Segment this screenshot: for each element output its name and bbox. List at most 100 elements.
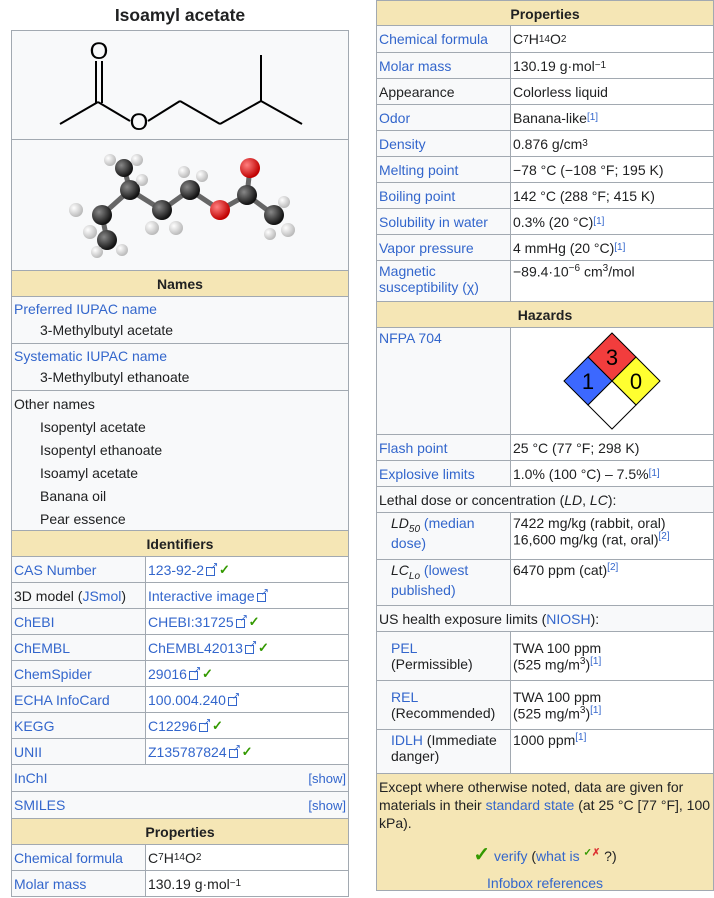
kegg-value-link[interactable]: C12296: [148, 718, 197, 734]
reference-link[interactable]: [1]: [590, 656, 601, 667]
ball-and-stick-svg: [69, 154, 295, 258]
preferred-iupac-value: 3-Methylbutyl acetate: [40, 322, 174, 338]
us-exposure-label-close: ):: [590, 610, 600, 627]
chemical-formula-label[interactable]: Chemical formula: [379, 31, 488, 47]
skeletal-formula-image[interactable]: O O: [11, 30, 349, 140]
verified-check-icon: ✓: [219, 561, 230, 577]
reference-link[interactable]: [2]: [607, 562, 618, 573]
odor-row: Odor Banana-like [1]: [376, 105, 714, 131]
interactive-image-link[interactable]: Interactive image: [148, 588, 255, 604]
solubility-row: Solubility in water 0.3% (20 °C) [1]: [376, 209, 714, 235]
cas-row: CAS Number 123-92-2 ✓: [11, 557, 349, 583]
echa-label[interactable]: ECHA InfoCard: [14, 692, 110, 708]
standard-state-note: Except where otherwise noted, data are g…: [379, 778, 711, 832]
cas-value-link[interactable]: 123-92-2: [148, 562, 204, 578]
melting-point-row: Melting point −78 °C (−108 °F; 195 K): [376, 157, 714, 183]
cas-label[interactable]: CAS Number: [14, 562, 96, 578]
magnetic-susceptibility-label[interactable]: Magnetic: [379, 263, 436, 279]
chebi-label[interactable]: ChEBI: [14, 614, 54, 630]
us-exposure-label: US health exposure limits (: [379, 610, 547, 627]
molar-mass-label[interactable]: Molar mass: [379, 58, 451, 74]
density-value: 0.876 g/cm: [513, 135, 583, 152]
idlh-link[interactable]: IDLH: [391, 732, 423, 748]
names-header: Names: [11, 271, 349, 297]
melting-point-label[interactable]: Melting point: [379, 162, 458, 178]
properties-header-left: Properties: [11, 819, 349, 845]
magnetic-susceptibility-label-2[interactable]: susceptibility: [379, 279, 458, 295]
inchi-label[interactable]: InChI: [14, 770, 47, 786]
lethal-separator: ,: [582, 491, 590, 508]
odor-value: Banana-like: [513, 109, 587, 126]
nfpa-reactivity-number: 0: [630, 369, 642, 394]
oxygen-label-ester: O: [130, 109, 149, 136]
density-exponent: 3: [582, 138, 588, 149]
chembl-label[interactable]: ChEMBL: [14, 640, 70, 656]
niosh-link[interactable]: NIOSH: [546, 611, 590, 627]
pel-link[interactable]: PEL: [391, 640, 417, 656]
3d-model-label-close: ): [121, 587, 127, 604]
external-link-icon: [244, 639, 257, 654]
reference-link[interactable]: [1]: [575, 732, 586, 743]
pel-description: (Permissible): [391, 656, 473, 672]
preferred-iupac-link[interactable]: Preferred IUPAC name: [14, 299, 346, 320]
lc-abbrev: LC: [589, 491, 608, 508]
smiles-show-toggle[interactable]: [show]: [308, 798, 346, 813]
reference-link[interactable]: [1]: [649, 468, 660, 479]
rel-row: REL (Recommended) TWA 100 ppm (525 mg/m3)[…: [376, 681, 714, 730]
verified-check-icon: ✓: [241, 743, 253, 759]
skeletal-formula-svg: O O: [59, 38, 303, 136]
reference-link[interactable]: [1]: [593, 216, 604, 227]
density-label[interactable]: Density: [379, 136, 426, 152]
molar-mass-label[interactable]: Molar mass: [14, 876, 86, 892]
odor-label[interactable]: Odor: [379, 110, 410, 126]
nfpa-row: NFPA 704 3 1 0: [376, 328, 714, 435]
flash-point-row: Flash point 25 °C (77 °F; 298 K): [376, 435, 714, 461]
explosive-limits-label[interactable]: Explosive limits: [379, 466, 475, 482]
nfpa-diamond-icon[interactable]: 3 1 0: [562, 331, 662, 431]
preferred-iupac-cell: Preferred IUPAC name 3-Methylbutyl aceta…: [11, 297, 349, 344]
chebi-value-link[interactable]: CHEBI:31725: [148, 614, 234, 630]
boiling-point-label[interactable]: Boiling point: [379, 188, 455, 204]
unii-label[interactable]: UNII: [14, 744, 42, 760]
magnetic-susceptibility-row: Magnetic susceptibility (χ) −89.4·10−6 cm…: [376, 261, 714, 302]
infobox-references-link[interactable]: Infobox references: [487, 875, 603, 891]
boiling-point-row: Boiling point 142 °C (288 °F; 415 K): [376, 183, 714, 209]
smiles-label[interactable]: SMILES: [14, 797, 65, 813]
lethal-dose-heading: Lethal dose or concentration (LD, LC):: [376, 487, 714, 513]
vapor-pressure-label[interactable]: Vapor pressure: [379, 240, 474, 256]
ld50-row: LD50 (median dose) 7422 mg/kg (rabbit, o…: [376, 513, 714, 560]
standard-state-link[interactable]: standard state: [486, 797, 575, 813]
unii-value-link[interactable]: Z135787824: [148, 744, 227, 760]
solubility-value: 0.3% (20 °C): [513, 213, 594, 230]
whatis-link[interactable]: what is: [536, 848, 580, 864]
external-link-icon: [206, 561, 218, 576]
chemspider-value-link[interactable]: 29016: [148, 666, 187, 682]
appearance-label: Appearance: [379, 83, 455, 100]
flash-point-label[interactable]: Flash point: [379, 440, 447, 456]
chemspider-label[interactable]: ChemSpider: [14, 666, 92, 682]
reference-link[interactable]: [1]: [590, 705, 601, 716]
nfpa-704-link[interactable]: NFPA 704: [379, 330, 442, 346]
ball-and-stick-image[interactable]: [11, 140, 349, 271]
systematic-iupac-link[interactable]: Systematic IUPAC name: [14, 346, 346, 367]
solubility-label[interactable]: Solubility in water: [379, 214, 488, 230]
verify-link[interactable]: verify: [494, 848, 527, 864]
formula-row: Chemical formula C 7 H 14 O 2: [376, 26, 714, 53]
mag-value-a: −89.4·10: [513, 263, 569, 280]
chebi-row: ChEBI CHEBI:31725 ✓: [11, 609, 349, 635]
rel-link[interactable]: REL: [391, 689, 418, 705]
reference-link[interactable]: [1]: [587, 112, 598, 123]
chembl-value-link[interactable]: ChEMBL42013: [148, 640, 243, 656]
echa-value-link[interactable]: 100.004.240: [148, 692, 226, 708]
reference-link[interactable]: [2]: [659, 531, 670, 542]
inchi-show-toggle[interactable]: [show]: [308, 771, 346, 786]
chemical-formula-label[interactable]: Chemical formula: [14, 850, 123, 866]
kegg-label[interactable]: KEGG: [14, 718, 54, 734]
jsmol-link[interactable]: JSmol: [82, 588, 121, 604]
molar-mass-row-left: Molar mass 130.19 g·mol −1: [11, 871, 349, 897]
ld50-rabbit-value: 7422 mg/kg (rabbit, oral): [513, 515, 666, 531]
chi-symbol-link[interactable]: (χ): [462, 279, 479, 295]
mag-value-exponent: −6: [568, 263, 581, 274]
rel-description: (Recommended): [391, 705, 496, 721]
reference-link[interactable]: [1]: [614, 242, 625, 253]
